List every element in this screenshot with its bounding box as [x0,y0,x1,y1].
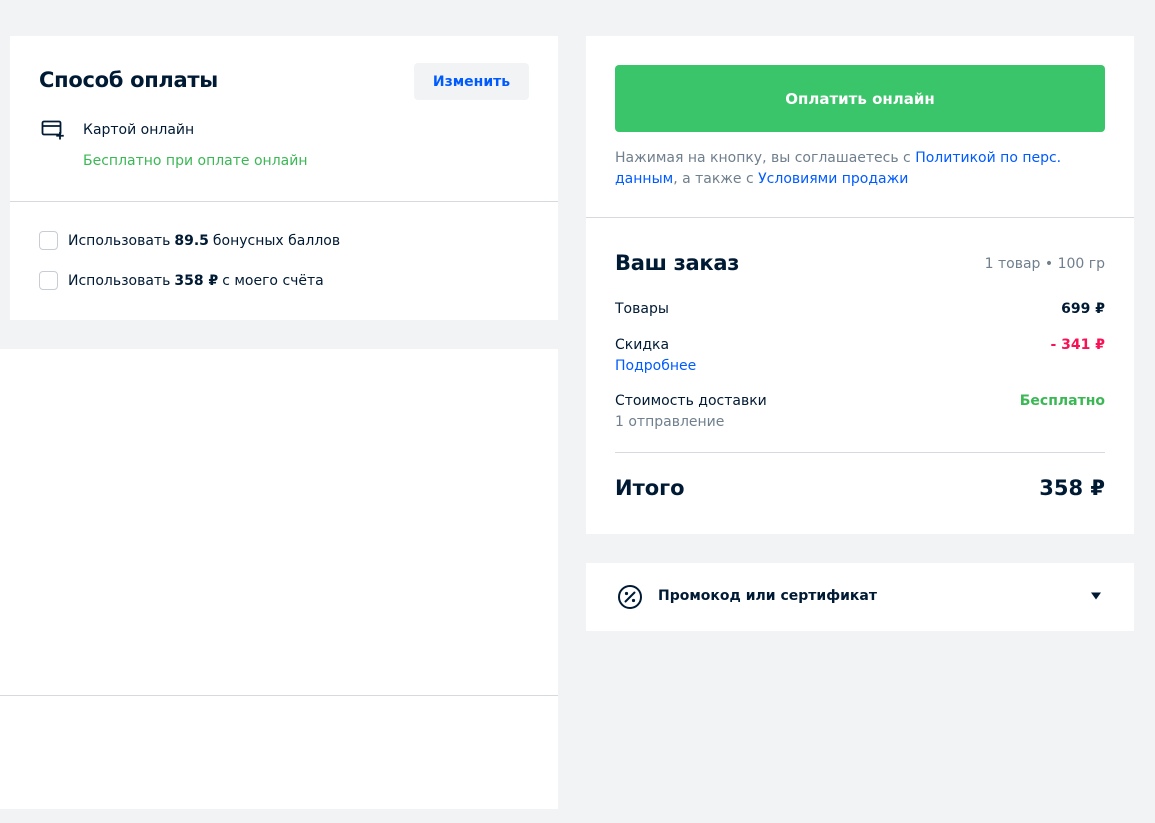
delivery-value: Бесплатно [1019,393,1105,409]
discount-label: Скидка [615,337,670,353]
account-balance-checkbox[interactable] [39,271,58,290]
order-title: Ваш заказ [615,251,740,275]
divider [615,452,1105,453]
agreement-text-part: , а также с [673,171,759,187]
divider [586,217,1134,218]
delivery-label: Стоимость доставки [615,393,767,409]
goods-value: 699 ₽ [1061,301,1105,317]
promo-code-toggle[interactable]: Промокод или сертификат [586,563,1134,631]
agreement-text-part: Нажимая на кнопку, вы соглашаетесь с [615,150,916,166]
account-suffix: с моего счёта [222,272,324,289]
free-payment-note: Бесплатно при оплате онлайн [83,153,308,169]
goods-label: Товары [615,301,669,317]
account-amount: 358 ₽ [174,272,219,289]
payment-method-name: Картой онлайн [83,122,195,138]
discount-value: - 341 ₽ [1050,337,1105,353]
use-bonus-points-option[interactable]: Использовать 89.5 бонусных баллов [39,231,340,250]
pay-online-button[interactable]: Оплатить онлайн [615,65,1105,132]
promo-code-label: Промокод или сертификат [658,588,877,604]
agreement-text: Нажимая на кнопку, вы соглашаетесь с Пол… [615,148,1085,190]
divider [10,201,558,202]
sale-terms-link[interactable]: Условиями продажи [758,171,908,187]
order-summary-card: Оплатить онлайн Нажимая на кнопку, вы со… [586,36,1134,534]
account-prefix: Использовать [68,272,171,289]
bonus-prefix: Использовать [68,232,171,249]
total-value: 358 ₽ [1039,476,1105,500]
change-payment-button[interactable]: Изменить [414,63,529,100]
bonus-suffix: бонусных баллов [212,232,341,249]
order-meta: 1 товар • 100 гр [984,256,1105,272]
card-add-icon [41,120,64,140]
delivery-shipments: 1 отправление [615,414,725,430]
total-label: Итого [615,476,685,500]
use-account-balance-option[interactable]: Использовать 358 ₽ с моего счёта [39,271,324,290]
discount-details-link[interactable]: Подробнее [615,358,696,374]
bonus-points-checkbox[interactable] [39,231,58,250]
content-panel [0,349,558,809]
payment-method-card: Способ оплаты Изменить Картой онлайн Бес… [10,36,558,320]
divider [0,695,558,696]
discount-percent-icon [618,585,642,609]
bonus-amount: 89.5 [174,232,209,249]
chevron-down-icon[interactable] [1090,591,1102,601]
payment-method-title: Способ оплаты [39,68,218,92]
